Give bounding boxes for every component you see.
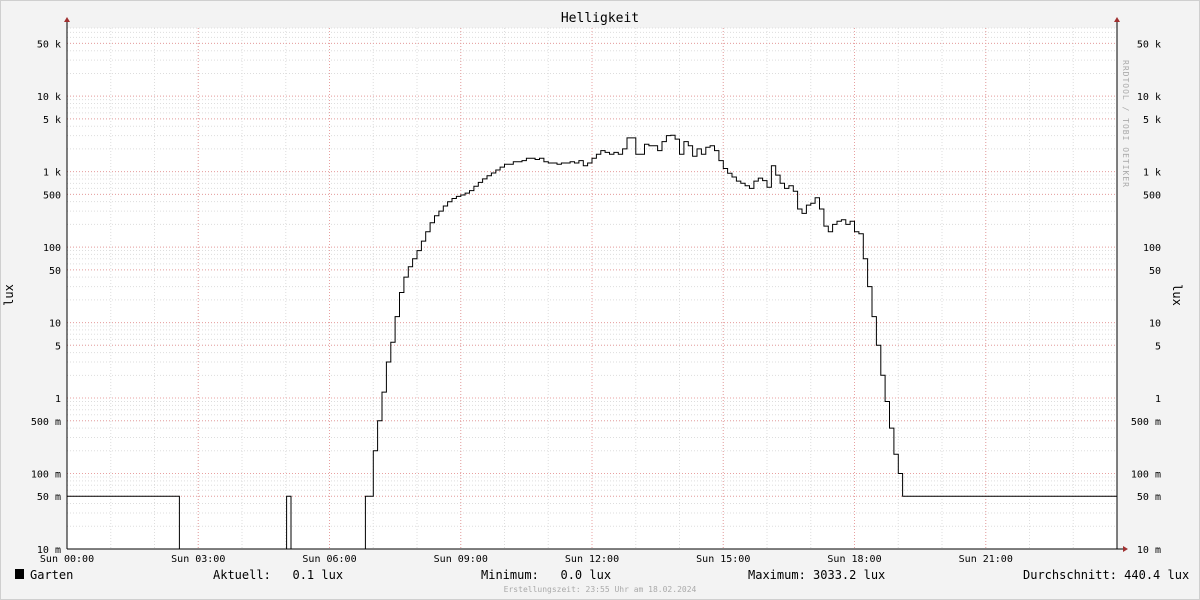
- y-tick-label-right: 500 m: [1131, 417, 1161, 428]
- y-axis-label-right: lux: [1169, 284, 1184, 306]
- rrdtool-watermark: RRDTOOL / TOBI OETIKER: [1121, 60, 1130, 188]
- legend-average: Durchschnitt: 440.4 lux: [1023, 568, 1190, 582]
- y-tick-label-left: 10 k: [37, 92, 61, 103]
- y-axis-label-left: lux: [1, 284, 16, 306]
- y-tick-label-right: 500: [1143, 190, 1161, 201]
- y-tick-label-right: 10: [1149, 319, 1161, 330]
- y-tick-label-left: 5: [55, 341, 61, 352]
- x-tick-label: Sun 00:00: [40, 554, 94, 565]
- y-tick-label-right: 50 m: [1137, 492, 1161, 503]
- legend-series-name: Garten: [30, 568, 74, 582]
- y-tick-label-left: 500: [43, 190, 61, 201]
- y-tick-label-left: 50: [49, 266, 61, 277]
- y-tick-label-left: 1: [55, 394, 61, 405]
- y-tick-label-left: 500 m: [31, 417, 61, 428]
- x-tick-label: Sun 18:00: [827, 554, 881, 565]
- x-tick-label: Sun 15:00: [696, 554, 750, 565]
- y-tick-label-left: 10: [49, 319, 61, 330]
- legend-maximum: Maximum: 3033.2 lux: [748, 568, 886, 582]
- chart-canvas: 10 m 10 m50 m 50 m100 m 100 m500 m 500 m1 15 5…: [31, 17, 1161, 565]
- y-tick-label-right: 50: [1149, 266, 1161, 277]
- y-tick-label-left: 1 k: [43, 168, 61, 179]
- y-tick-label-right: 1 k: [1143, 168, 1161, 179]
- y-tick-label-left: 5 k: [43, 115, 61, 126]
- y-tick-label-right: 10 k: [1137, 92, 1161, 103]
- y-tick-label-left: 100: [43, 243, 61, 254]
- y-tick-label-left: 50 k: [37, 39, 61, 50]
- y-tick-label-right: 10 m: [1137, 545, 1161, 556]
- y-tick-label-right: 100: [1143, 243, 1161, 254]
- x-axis-arrow: [1123, 546, 1128, 552]
- y-tick-label-right: 5 k: [1143, 115, 1161, 126]
- legend: Garten Aktuell: 0.1 lux Minimum: 0.0 lux…: [0, 568, 1200, 584]
- x-tick-label: Sun 12:00: [565, 554, 619, 565]
- y-tick-label-left: 50 m: [37, 492, 61, 503]
- x-tick-label: Sun 03:00: [171, 554, 225, 565]
- legend-current: Aktuell: 0.1 lux: [213, 568, 344, 582]
- footer-timestamp: Erstellungszeit: 23:55 Uhr am 18.02.2024: [503, 585, 697, 594]
- chart-title: Helligkeit: [560, 11, 640, 26]
- y-tick-label-left: 100 m: [31, 470, 61, 481]
- y-tick-label-right: 50 k: [1137, 39, 1161, 50]
- x-tick-label: Sun 06:00: [302, 554, 356, 565]
- legend-minimum: Minimum: 0.0 lux: [481, 568, 612, 582]
- y-tick-label-right: 5: [1155, 341, 1161, 352]
- x-tick-label: Sun 21:00: [959, 554, 1013, 565]
- y-tick-label-right: 1: [1155, 394, 1161, 405]
- x-tick-label: Sun 09:00: [434, 554, 488, 565]
- y-tick-label-right: 100 m: [1131, 470, 1161, 481]
